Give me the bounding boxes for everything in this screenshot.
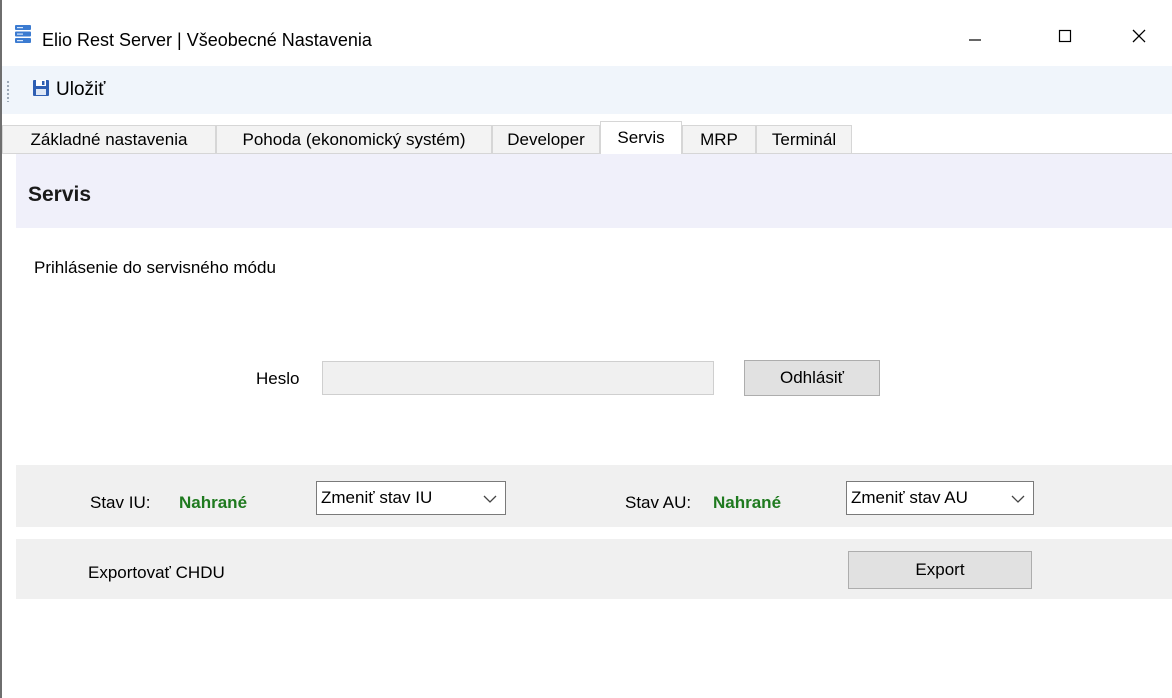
page-title: Servis [28, 183, 92, 206]
save-label: Uložiť [56, 79, 106, 100]
export-button[interactable]: Export [848, 551, 1032, 589]
state-row: Stav IU: Nahrané Zmeniť stav IU Stav AU:… [16, 465, 1172, 527]
floppy-disk-icon [32, 79, 50, 102]
export-chdu-label: Exportovať CHDU [88, 563, 225, 582]
password-input[interactable] [322, 361, 714, 395]
logout-button[interactable]: Odhlásiť [744, 360, 880, 396]
iu-state-select[interactable]: Zmeniť stav IU [316, 481, 506, 515]
export-row: Exportovať CHDU Export [16, 539, 1172, 599]
iu-state-value: Nahrané [179, 493, 248, 512]
tab-pohoda[interactable]: Pohoda (ekonomický systém) [216, 125, 492, 153]
au-state-select[interactable]: Zmeniť stav AU [846, 481, 1034, 515]
tab-developer[interactable]: Developer [492, 125, 600, 153]
iu-state-select-value: Zmeniť stav IU [321, 488, 433, 507]
close-button[interactable] [1116, 18, 1162, 58]
server-stack-icon [14, 24, 32, 44]
password-label: Heslo [256, 369, 300, 388]
tab-mrp[interactable]: MRP [682, 125, 756, 153]
toolbar: Uložiť [2, 66, 1172, 114]
au-state-label: Stav AU: [625, 493, 692, 512]
window-title: Elio Rest Server | Všeobecné Nastavenia [42, 30, 372, 50]
service-login-label: Prihlásenie do servisného módu [34, 258, 276, 277]
close-icon [1131, 28, 1147, 49]
chevron-down-icon [483, 492, 497, 504]
chevron-down-icon [1011, 492, 1025, 504]
section-header: Servis [16, 154, 1172, 228]
tab-servis[interactable]: Servis [600, 121, 682, 154]
title-bar: Elio Rest Server | Všeobecné Nastavenia [2, 0, 1172, 66]
tab-terminal[interactable]: Terminál [756, 125, 852, 153]
toolbar-grip[interactable] [6, 80, 10, 102]
maximize-button[interactable] [1042, 18, 1088, 58]
tab-zakladne-nastavenia[interactable]: Základné nastavenia [2, 125, 216, 153]
au-state-select-value: Zmeniť stav AU [851, 488, 968, 507]
tab-strip: Základné nastavenia Pohoda (ekonomický s… [2, 121, 1172, 154]
minimize-icon [967, 28, 983, 49]
minimize-button[interactable] [952, 18, 998, 58]
maximize-icon [1057, 28, 1073, 49]
save-button[interactable]: Uložiť [28, 74, 109, 106]
au-state-value: Nahrané [713, 493, 782, 512]
iu-state-label: Stav IU: [90, 493, 151, 512]
